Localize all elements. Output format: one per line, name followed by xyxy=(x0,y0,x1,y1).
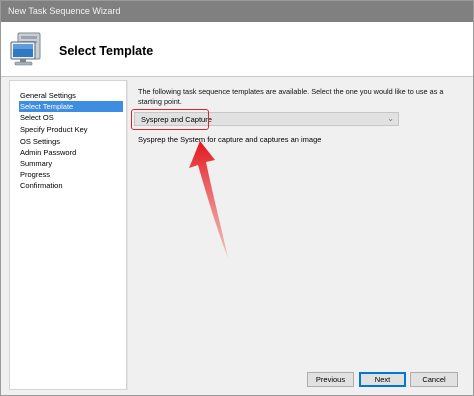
step-navigation: General Settings Select Template Select … xyxy=(9,80,127,390)
previous-button[interactable]: Previous xyxy=(307,372,354,387)
nav-item-confirmation[interactable]: Confirmation xyxy=(19,180,123,191)
chevron-down-icon[interactable]: ⌄ xyxy=(387,114,394,123)
nav-item-specify-product-key[interactable]: Specify Product Key xyxy=(19,124,123,135)
window-title: New Task Sequence Wizard xyxy=(8,6,121,16)
title-bar[interactable]: New Task Sequence Wizard xyxy=(1,1,473,22)
next-button[interactable]: Next xyxy=(359,372,406,387)
nav-item-general-settings[interactable]: General Settings xyxy=(19,90,123,101)
template-description: Sysprep the System for capture and captu… xyxy=(138,135,322,144)
nav-item-progress[interactable]: Progress xyxy=(19,169,123,180)
page-title: Select Template xyxy=(59,44,154,58)
nav-item-admin-password[interactable]: Admin Password xyxy=(19,147,123,158)
nav-item-os-settings[interactable]: OS Settings xyxy=(19,136,123,147)
intro-text: The following task sequence templates ar… xyxy=(138,87,444,106)
nav-item-select-os[interactable]: Select OS xyxy=(19,112,123,123)
wizard-window: New Task Sequence Wizard Select Template… xyxy=(0,0,474,396)
cancel-button[interactable]: Cancel xyxy=(410,372,458,387)
highlight-box xyxy=(131,109,209,130)
nav-item-select-template[interactable]: Select Template xyxy=(19,101,123,112)
wizard-header: Select Template xyxy=(1,22,473,77)
computer-icon xyxy=(10,32,41,66)
nav-item-summary[interactable]: Summary xyxy=(19,158,123,169)
